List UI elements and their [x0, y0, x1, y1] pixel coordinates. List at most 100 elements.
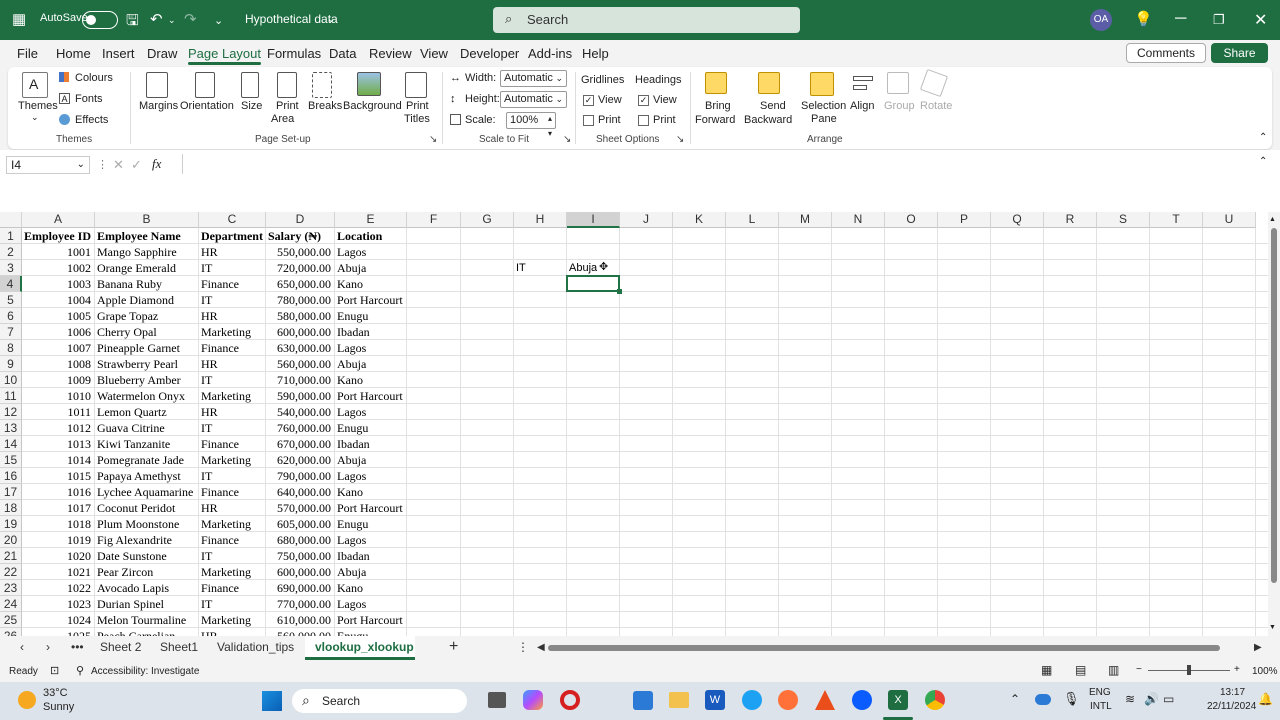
row-header[interactable]: 5: [0, 292, 22, 308]
themes-dropdown-icon[interactable]: ⌄: [31, 112, 39, 123]
matlab-icon[interactable]: [815, 690, 835, 710]
table-cell[interactable]: 550,000.00: [268, 244, 331, 260]
table-cell[interactable]: Abuja: [337, 260, 403, 276]
row-header[interactable]: 16: [0, 468, 22, 484]
row-header[interactable]: 26: [0, 628, 22, 636]
search-box[interactable]: ⌕ Search: [493, 7, 800, 33]
table-cell[interactable]: Date Sunstone: [97, 548, 204, 564]
table-cell[interactable]: Kano: [337, 276, 403, 292]
row-header[interactable]: 2: [0, 244, 22, 260]
table-cell[interactable]: 605,000.00: [268, 516, 331, 532]
fill-handle[interactable]: [617, 289, 622, 294]
table-cell[interactable]: 1007: [24, 340, 91, 356]
table-cell[interactable]: Apple Diamond: [97, 292, 204, 308]
table-cell[interactable]: IT: [201, 260, 262, 276]
column-header-l[interactable]: L: [726, 212, 779, 228]
table-cell[interactable]: 1024: [24, 612, 91, 628]
tab-add-ins[interactable]: Add-ins: [528, 46, 572, 61]
scale-launcher-icon[interactable]: ↘: [563, 134, 571, 145]
table-cell[interactable]: 1010: [24, 388, 91, 404]
table-cell[interactable]: Melon Tourmaline: [97, 612, 204, 628]
column-header-n[interactable]: N: [832, 212, 885, 228]
column-header-g[interactable]: G: [461, 212, 514, 228]
restore-icon[interactable]: ❐: [1213, 12, 1225, 28]
row-header[interactable]: 12: [0, 404, 22, 420]
weather-temp[interactable]: 33°C: [43, 687, 68, 699]
table-cell[interactable]: Ibadan: [337, 548, 403, 564]
zoom-slider-thumb[interactable]: [1187, 665, 1191, 675]
file-explorer-icon[interactable]: [669, 692, 689, 708]
table-cell[interactable]: IT: [201, 468, 262, 484]
table-cell[interactable]: Lagos: [337, 244, 403, 260]
row-header[interactable]: 20: [0, 532, 22, 548]
windows-start-icon[interactable]: [262, 691, 282, 711]
sheet-tab-sheet1[interactable]: Sheet1: [160, 640, 198, 654]
zoom-out-icon[interactable]: −: [1136, 664, 1142, 675]
prev-sheet-icon[interactable]: ‹: [20, 640, 24, 654]
table-cell[interactable]: Finance: [201, 276, 262, 292]
taskbar-search[interactable]: ⌕ Search: [292, 689, 467, 713]
fonts-button[interactable]: Fonts: [75, 93, 103, 105]
insert-function-icon[interactable]: fx: [152, 156, 161, 172]
table-cell[interactable]: 670,000.00: [268, 436, 331, 452]
column-header-h[interactable]: H: [514, 212, 567, 228]
row-header[interactable]: 21: [0, 548, 22, 564]
row-header[interactable]: 15: [0, 452, 22, 468]
table-cell[interactable]: Finance: [201, 436, 262, 452]
add-sheet-icon[interactable]: +: [449, 638, 458, 656]
table-cell[interactable]: 780,000.00: [268, 292, 331, 308]
tab-file[interactable]: File: [17, 46, 38, 61]
vertical-scroll-thumb[interactable]: [1271, 228, 1277, 583]
excel-app-icon[interactable]: ▦: [12, 10, 26, 28]
table-cell[interactable]: 630,000.00: [268, 340, 331, 356]
table-cell[interactable]: Port Harcourt: [337, 388, 403, 404]
row-header[interactable]: 7: [0, 324, 22, 340]
align-button[interactable]: Align: [850, 100, 874, 112]
table-cell[interactable]: Banana Ruby: [97, 276, 204, 292]
table-cell[interactable]: Strawberry Pearl: [97, 356, 204, 372]
share-button[interactable]: Share: [1211, 43, 1268, 63]
column-header-o[interactable]: O: [885, 212, 938, 228]
column-header-b[interactable]: B: [95, 212, 199, 228]
table-cell[interactable]: 570,000.00: [268, 500, 331, 516]
table-cell[interactable]: 770,000.00: [268, 596, 331, 612]
table-cell[interactable]: 1005: [24, 308, 91, 324]
table-cell[interactable]: Lagos: [337, 532, 403, 548]
column-header-c[interactable]: C: [199, 212, 266, 228]
table-cell[interactable]: Port Harcourt: [337, 500, 403, 516]
row-header[interactable]: 17: [0, 484, 22, 500]
table-cell[interactable]: HR: [201, 356, 262, 372]
close-icon[interactable]: ✕: [1254, 10, 1267, 30]
table-cell[interactable]: Enugu: [337, 308, 403, 324]
margins-button[interactable]: Margins: [139, 100, 178, 112]
copilot-icon[interactable]: [523, 690, 543, 710]
word-icon[interactable]: W: [705, 690, 725, 710]
table-cell[interactable]: 1016: [24, 484, 91, 500]
zoom-in-icon[interactable]: +: [1234, 664, 1240, 675]
table-cell[interactable]: Pear Zircon: [97, 564, 204, 580]
table-cell[interactable]: 620,000.00: [268, 452, 331, 468]
table-cell[interactable]: 760,000.00: [268, 420, 331, 436]
accessibility-status[interactable]: Accessibility: Investigate: [91, 666, 199, 677]
effects-button[interactable]: Effects: [75, 114, 108, 126]
table-cell[interactable]: Lagos: [337, 468, 403, 484]
row-header[interactable]: 9: [0, 356, 22, 372]
table-cell[interactable]: 540,000.00: [268, 404, 331, 420]
header-cell[interactable]: Employee Name: [97, 228, 198, 244]
page-break-view-icon[interactable]: ▥: [1108, 663, 1119, 677]
table-cell[interactable]: Marketing: [201, 564, 262, 580]
print-titles-line1[interactable]: Print: [406, 100, 429, 112]
selection-pane-line2[interactable]: Pane: [811, 113, 837, 125]
table-cell[interactable]: 690,000.00: [268, 580, 331, 596]
table-cell[interactable]: Watermelon Onyx: [97, 388, 204, 404]
table-cell[interactable]: Kiwi Tanzanite: [97, 436, 204, 452]
table-cell[interactable]: Blueberry Amber: [97, 372, 204, 388]
column-header-r[interactable]: R: [1044, 212, 1097, 228]
table-cell[interactable]: Port Harcourt: [337, 292, 403, 308]
header-cell[interactable]: Location: [337, 228, 406, 244]
volume-icon[interactable]: 🔊: [1144, 692, 1159, 706]
table-cell[interactable]: Peach Carnelian: [97, 628, 204, 636]
task-view-icon[interactable]: [488, 692, 506, 708]
table-cell[interactable]: HR: [201, 628, 262, 636]
table-cell[interactable]: 1015: [24, 468, 91, 484]
